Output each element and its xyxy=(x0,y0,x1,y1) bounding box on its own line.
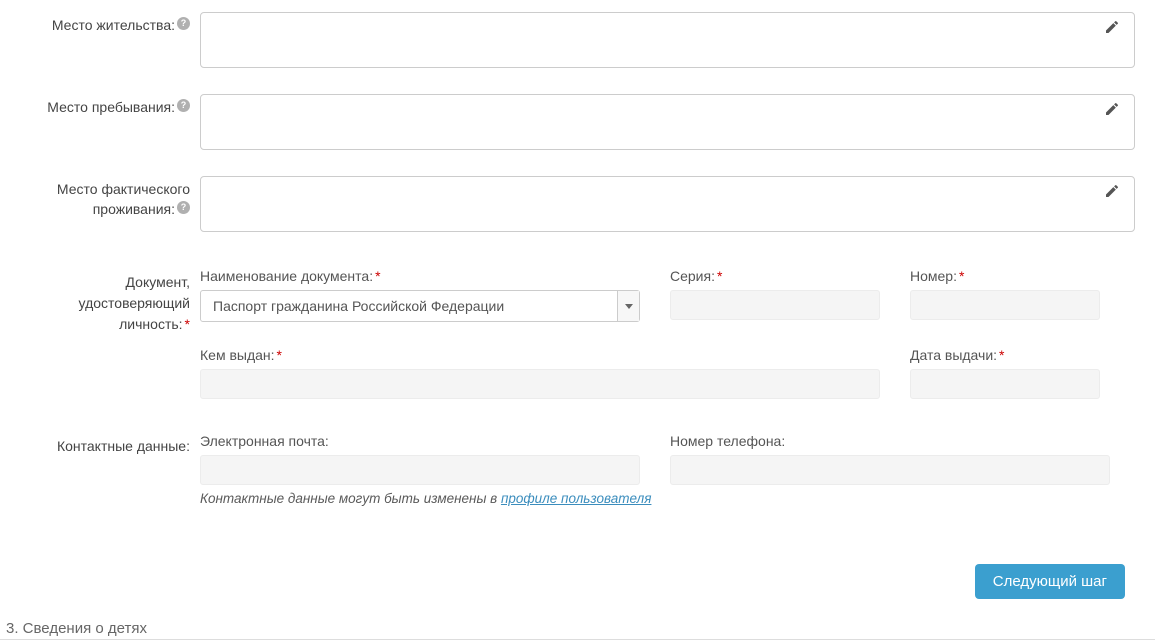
contact-hint: Контактные данные могут быть изменены в … xyxy=(200,491,1135,506)
doc-series-label: Серия:* xyxy=(670,268,880,284)
doc-number-label: Номер:* xyxy=(910,268,1100,284)
divider xyxy=(0,639,1155,640)
doc-issue-date-label: Дата выдачи:* xyxy=(910,347,1100,363)
actual-residence-input[interactable] xyxy=(200,176,1135,232)
stay-label: Место пребывания:? xyxy=(20,94,200,118)
residence-input[interactable] xyxy=(200,12,1135,68)
pencil-icon[interactable] xyxy=(1104,19,1126,41)
actual-residence-label: Место фактического проживания:? xyxy=(20,176,200,219)
doc-name-select[interactable]: Паспорт гражданина Российской Федерации xyxy=(200,290,640,322)
pencil-icon[interactable] xyxy=(1104,183,1126,205)
profile-link[interactable]: профиле пользователя xyxy=(501,491,651,506)
doc-name-label: Наименование документа:* xyxy=(200,268,640,284)
doc-issued-by-label: Кем выдан:* xyxy=(200,347,880,363)
help-icon[interactable]: ? xyxy=(177,17,190,30)
email-label: Электронная почта: xyxy=(200,433,640,449)
help-icon[interactable]: ? xyxy=(177,201,190,214)
contact-label: Контактные данные: xyxy=(20,433,200,457)
phone-field xyxy=(670,455,1110,485)
phone-label: Номер телефона: xyxy=(670,433,1110,449)
pencil-icon[interactable] xyxy=(1104,101,1126,123)
stay-input[interactable] xyxy=(200,94,1135,150)
chevron-down-icon xyxy=(617,291,639,321)
doc-number-field xyxy=(910,290,1100,320)
doc-issued-by-field xyxy=(200,369,880,399)
email-field xyxy=(200,455,640,485)
doc-issue-date-field xyxy=(910,369,1100,399)
doc-series-field xyxy=(670,290,880,320)
next-step-button[interactable]: Следующий шаг xyxy=(975,564,1125,599)
document-label: Документ, удостоверяющий личность:* xyxy=(20,268,200,335)
residence-label: Место жительства:? xyxy=(20,12,200,36)
help-icon[interactable]: ? xyxy=(177,99,190,112)
